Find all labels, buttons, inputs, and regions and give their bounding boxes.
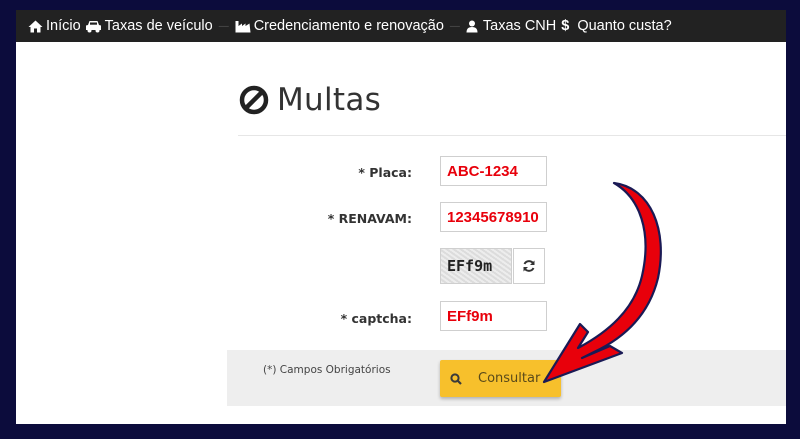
captcha-image: EFf9m	[440, 248, 512, 284]
nav-label-taxas-cnh: Taxas CNH	[482, 18, 557, 34]
nav-item-inicio[interactable]: Início	[28, 18, 81, 34]
placa-input[interactable]	[440, 156, 547, 186]
nav-item-quanto-custa[interactable]: $ Quanto custa?	[561, 18, 671, 34]
search-icon	[450, 372, 462, 385]
renavam-input[interactable]	[440, 202, 547, 232]
nav-item-credenciamento[interactable]: Credenciamento e renovação	[235, 18, 444, 34]
title-divider	[238, 135, 786, 136]
industry-icon	[235, 20, 251, 33]
arrow-highlight	[625, 199, 640, 303]
renavam-label: * RENAVAM:	[327, 211, 412, 226]
consultar-label: Consultar	[478, 371, 541, 386]
captcha-input[interactable]	[440, 301, 547, 331]
dollar-icon: $	[561, 18, 570, 34]
placa-label: * Placa:	[358, 165, 412, 180]
user-icon	[466, 20, 478, 33]
captcha-image-text: EFf9m	[447, 257, 493, 275]
captcha-label: * captcha:	[340, 311, 412, 326]
home-icon	[28, 20, 43, 33]
page-header: Multas	[239, 82, 381, 118]
refresh-icon	[523, 260, 535, 272]
nav-label-taxas-veiculo: Taxas de veículo	[104, 18, 213, 34]
page-title: Multas	[277, 82, 382, 118]
nav-item-taxas-cnh[interactable]: Taxas CNH	[466, 18, 556, 34]
captcha-refresh-button[interactable]	[513, 248, 545, 284]
ban-icon	[239, 85, 269, 115]
nav-separator: —	[218, 20, 229, 32]
nav-label-credenciamento: Credenciamento e renovação	[253, 18, 444, 34]
nav-separator: —	[449, 20, 460, 32]
consultar-button[interactable]: Consultar	[440, 360, 561, 397]
car-icon	[85, 20, 102, 33]
nav-label-inicio: Início	[46, 18, 81, 34]
page-frame: Início Taxas de veículo — Credenciamento…	[16, 10, 786, 424]
nav-item-taxas-veiculo[interactable]: Taxas de veículo	[85, 18, 213, 34]
nav-label-quanto-custa: Quanto custa?	[577, 18, 672, 34]
top-navbar: Início Taxas de veículo — Credenciamento…	[16, 10, 786, 42]
required-fields-note: (*) Campos Obrigatórios	[263, 364, 391, 376]
